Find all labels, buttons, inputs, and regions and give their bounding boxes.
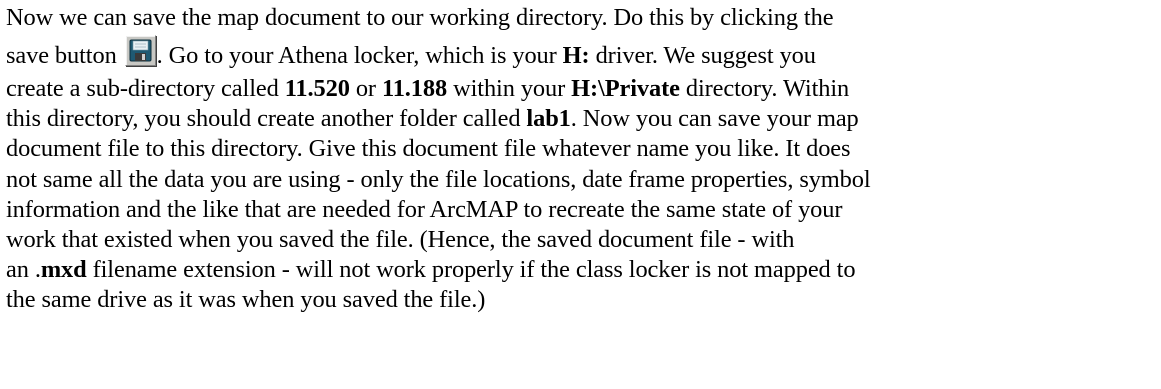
text-span: information and the like that are needed… [6,195,843,223]
paragraph-line-1: Now we can save the map document to our … [6,3,1156,34]
bold-term: lab1 [526,105,571,133]
text-span: create a sub-directory called [6,75,285,102]
text-span: not same all the data you are using - on… [6,165,871,193]
text-span: save button [6,42,117,69]
paragraph-line-8: work that existed when you saved the fil… [6,225,1156,255]
paragraph-line-2: save button . Go to your Athena locker, … [6,34,1156,74]
text-span: within your [447,75,572,102]
paragraph-line-4: this directory, you should create anothe… [6,104,1156,134]
text-span: an . [6,256,41,284]
text-span: . Go to your Athena locker, which is you… [156,42,563,69]
text-span: filename extension - will not work prope… [86,256,856,284]
bold-term: mxd [40,256,87,284]
text-span: this directory, you should create anothe… [6,105,527,133]
paragraph-line-10: the same drive as it was when you saved … [6,285,1156,315]
floppy-disk-icon [129,39,152,62]
paragraph-line-6: not same all the data you are using - on… [6,165,1156,195]
text-span: the same drive as it was when you saved … [6,286,486,314]
text-span: work that existed when you saved the fil… [6,225,795,253]
text-span: driver. We suggest you [589,42,816,69]
paragraph-line-7: information and the like that are needed… [6,195,1156,225]
text-span: or [349,75,382,102]
document-paragraph: Now we can save the map document to our … [6,3,1156,316]
save-button[interactable] [124,35,156,66]
text-span: document file to this directory. Give th… [6,135,851,163]
paragraph-line-5: document file to this directory. Give th… [6,134,1156,164]
bold-term: H: [562,42,590,69]
bold-term: H:\Private [571,75,680,102]
text-span: directory. Within [679,75,850,102]
paragraph-line-3: create a sub-directory called 11.520 or … [6,74,1156,104]
bold-term: 11.520 [284,75,350,102]
text-span: Now we can save the map document to our … [6,4,834,31]
paragraph-line-9: an .mxd filename extension - will not wo… [6,255,1156,285]
bold-term: 11.188 [381,75,448,102]
text-span: . Now you can save your map [570,105,859,133]
